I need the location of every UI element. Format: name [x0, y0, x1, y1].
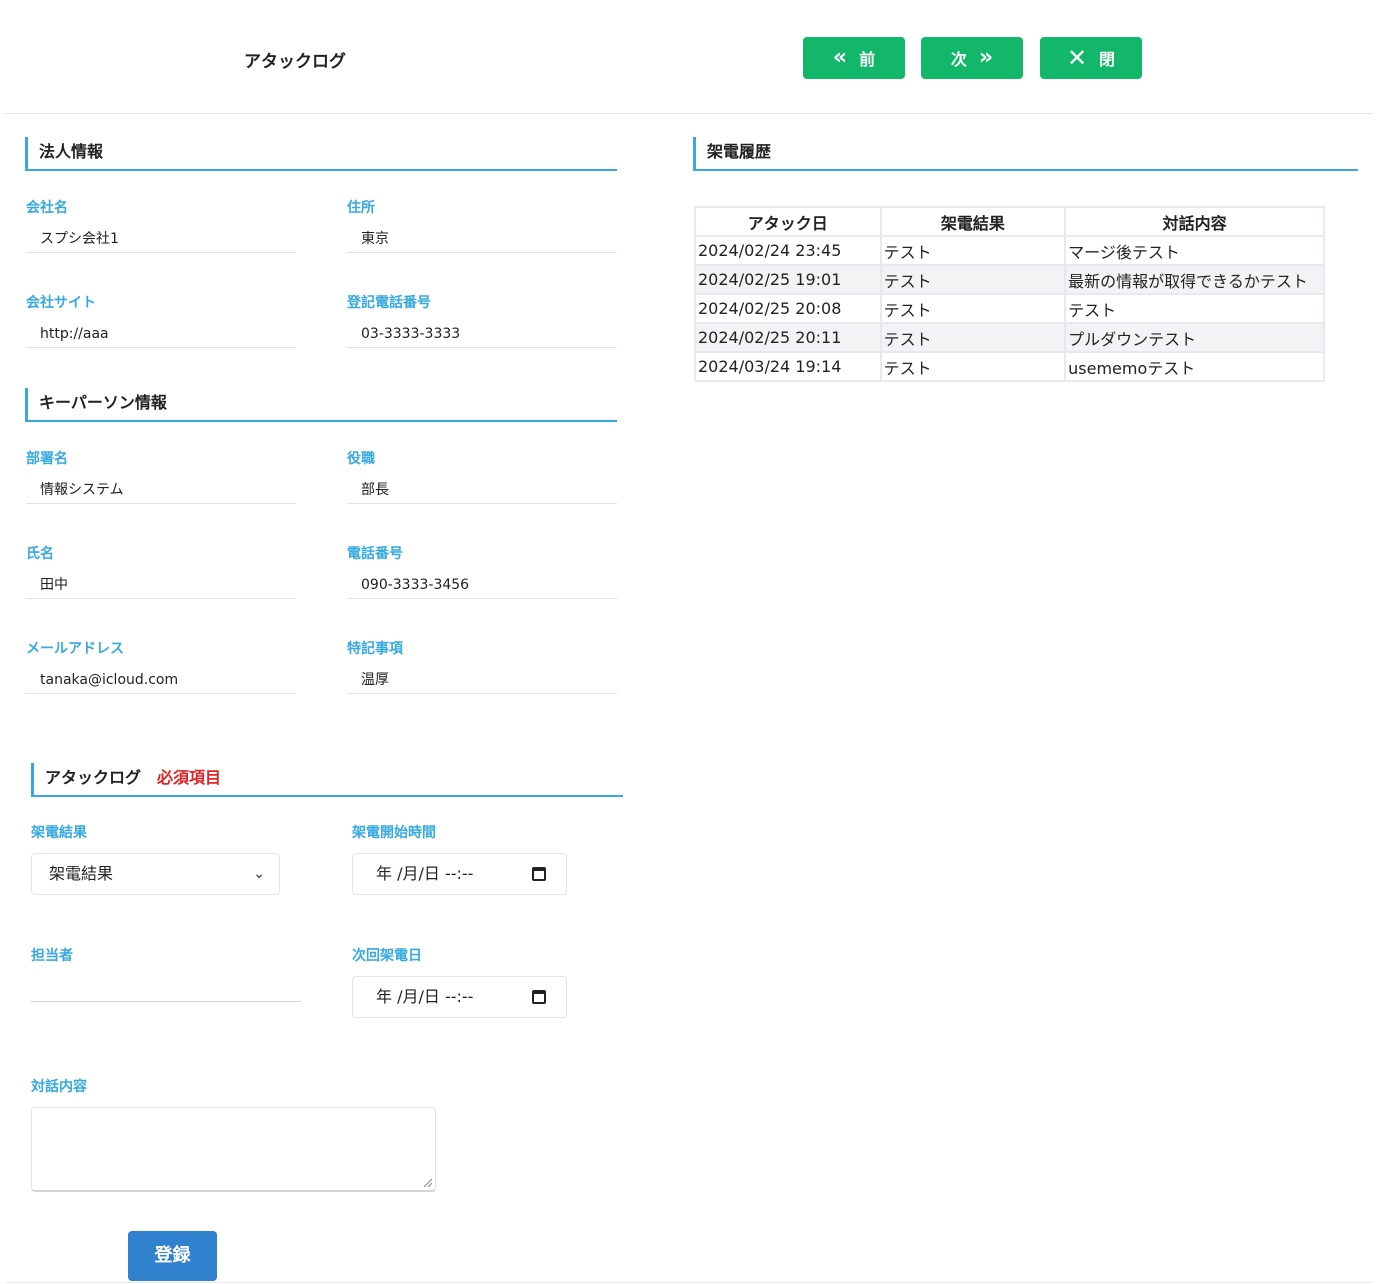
department-value: 情報システム	[26, 478, 296, 504]
close-icon: ✕	[1066, 44, 1088, 72]
call-result-selected: 架電結果	[49, 864, 114, 883]
table-cell: 2024/02/25 20:11	[694, 322, 882, 353]
call-history-table: アタック日 架電結果 対話内容 2024/02/24 23:45 テスト マージ…	[694, 206, 1325, 382]
call-start-time-placeholder: 年 /月/日 --:--	[376, 864, 474, 883]
company-site-label: 会社サイト	[26, 295, 96, 311]
bottom-divider	[5, 1282, 1373, 1283]
column-header-attack-date: アタック日	[694, 206, 882, 237]
close-button[interactable]: ✕ 閉	[1040, 37, 1142, 79]
conversation-textarea[interactable]	[31, 1107, 436, 1192]
job-title-value: 部長	[347, 478, 617, 504]
calendar-icon[interactable]	[532, 867, 546, 881]
table-row: 2024/02/25 20:08 テスト テスト	[694, 293, 1325, 324]
special-notes-value: 温厚	[347, 668, 617, 694]
table-cell: テスト	[879, 351, 1067, 382]
owner-input[interactable]	[31, 980, 301, 1002]
table-cell: 2024/02/25 19:01	[694, 264, 882, 295]
owner-label: 担当者	[31, 948, 73, 964]
next-call-date-input[interactable]: 年 /月/日 --:--	[352, 976, 567, 1018]
close-button-label: 閉	[1099, 50, 1116, 69]
registered-phone-label: 登記電話番号	[347, 295, 431, 311]
double-chevron-left-icon: «	[832, 45, 848, 70]
call-start-time-input[interactable]: 年 /月/日 --:--	[352, 853, 567, 895]
table-row: 2024/03/24 19:14 テスト usememoテスト	[694, 351, 1325, 382]
prev-button[interactable]: « 前	[803, 37, 905, 79]
table-cell: 最新の情報が取得できるかテスト	[1064, 264, 1325, 295]
call-history-section-heading: 架電履歴	[693, 137, 1358, 171]
table-row: 2024/02/25 20:11 テスト プルダウンテスト	[694, 322, 1325, 353]
calendar-icon[interactable]	[532, 990, 546, 1004]
person-name-label: 氏名	[26, 546, 54, 562]
table-header-row: アタック日 架電結果 対話内容	[694, 206, 1325, 237]
column-header-call-result: 架電結果	[879, 206, 1067, 237]
table-cell: 2024/02/25 20:08	[694, 293, 882, 324]
column-header-conversation: 対話内容	[1064, 206, 1325, 237]
table-cell: usememoテスト	[1064, 351, 1325, 382]
prev-button-label: 前	[859, 50, 876, 69]
table-cell: マージ後テスト	[1064, 235, 1325, 266]
call-result-select[interactable]: 架電結果 ⌄	[31, 853, 280, 895]
table-cell: テスト	[879, 322, 1067, 353]
job-title-label: 役職	[347, 451, 375, 467]
next-call-date-label: 次回架電日	[352, 948, 422, 964]
table-cell: プルダウンテスト	[1064, 322, 1325, 353]
call-history-heading-text: 架電履歴	[707, 142, 772, 161]
keyperson-section-heading: キーパーソン情報	[25, 388, 617, 422]
table-cell: 2024/03/24 19:14	[694, 351, 882, 382]
table-cell: テスト	[879, 264, 1067, 295]
email-value: tanaka@icloud.com	[26, 668, 296, 694]
keyperson-heading-text: キーパーソン情報	[39, 393, 167, 412]
company-name-value: スプシ会社1	[26, 227, 296, 253]
conversation-label: 対話内容	[31, 1079, 87, 1095]
corp-heading-text: 法人情報	[39, 142, 104, 161]
department-label: 部署名	[26, 451, 68, 467]
register-button[interactable]: 登録	[128, 1231, 217, 1281]
company-name-label: 会社名	[26, 200, 68, 216]
next-call-date-placeholder: 年 /月/日 --:--	[376, 987, 474, 1006]
email-label: メールアドレス	[26, 641, 124, 657]
table-row: 2024/02/24 23:45 テスト マージ後テスト	[694, 235, 1325, 266]
phone-number-label: 電話番号	[347, 546, 403, 562]
table-cell: テスト	[1064, 293, 1325, 324]
table-cell: 2024/02/24 23:45	[694, 235, 882, 266]
person-name-value: 田中	[26, 573, 296, 599]
special-notes-label: 特記事項	[347, 641, 403, 657]
header-divider	[5, 113, 1373, 114]
address-label: 住所	[347, 200, 375, 216]
double-chevron-right-icon: »	[978, 45, 994, 70]
required-note: 必須項目	[157, 768, 222, 787]
attack-log-heading-text: アタックログ	[45, 768, 142, 787]
call-start-time-label: 架電開始時間	[352, 825, 436, 841]
page-title: アタックログ	[244, 52, 346, 72]
resize-handle-icon[interactable]	[424, 1179, 432, 1187]
attack-log-section-heading: アタックログ 必須項目	[31, 763, 623, 797]
next-button-label: 次	[950, 50, 967, 69]
phone-number-value: 090-3333-3456	[347, 573, 617, 599]
company-site-value: http://aaa	[26, 322, 296, 348]
corp-section-heading: 法人情報	[25, 137, 617, 171]
address-value: 東京	[347, 227, 617, 253]
table-cell: テスト	[879, 235, 1067, 266]
registered-phone-value: 03-3333-3333	[347, 322, 617, 348]
chevron-down-icon: ⌄	[253, 866, 265, 882]
call-result-label: 架電結果	[31, 825, 87, 841]
next-button[interactable]: 次 »	[921, 37, 1023, 79]
table-row: 2024/02/25 19:01 テスト 最新の情報が取得できるかテスト	[694, 264, 1325, 295]
table-cell: テスト	[879, 293, 1067, 324]
